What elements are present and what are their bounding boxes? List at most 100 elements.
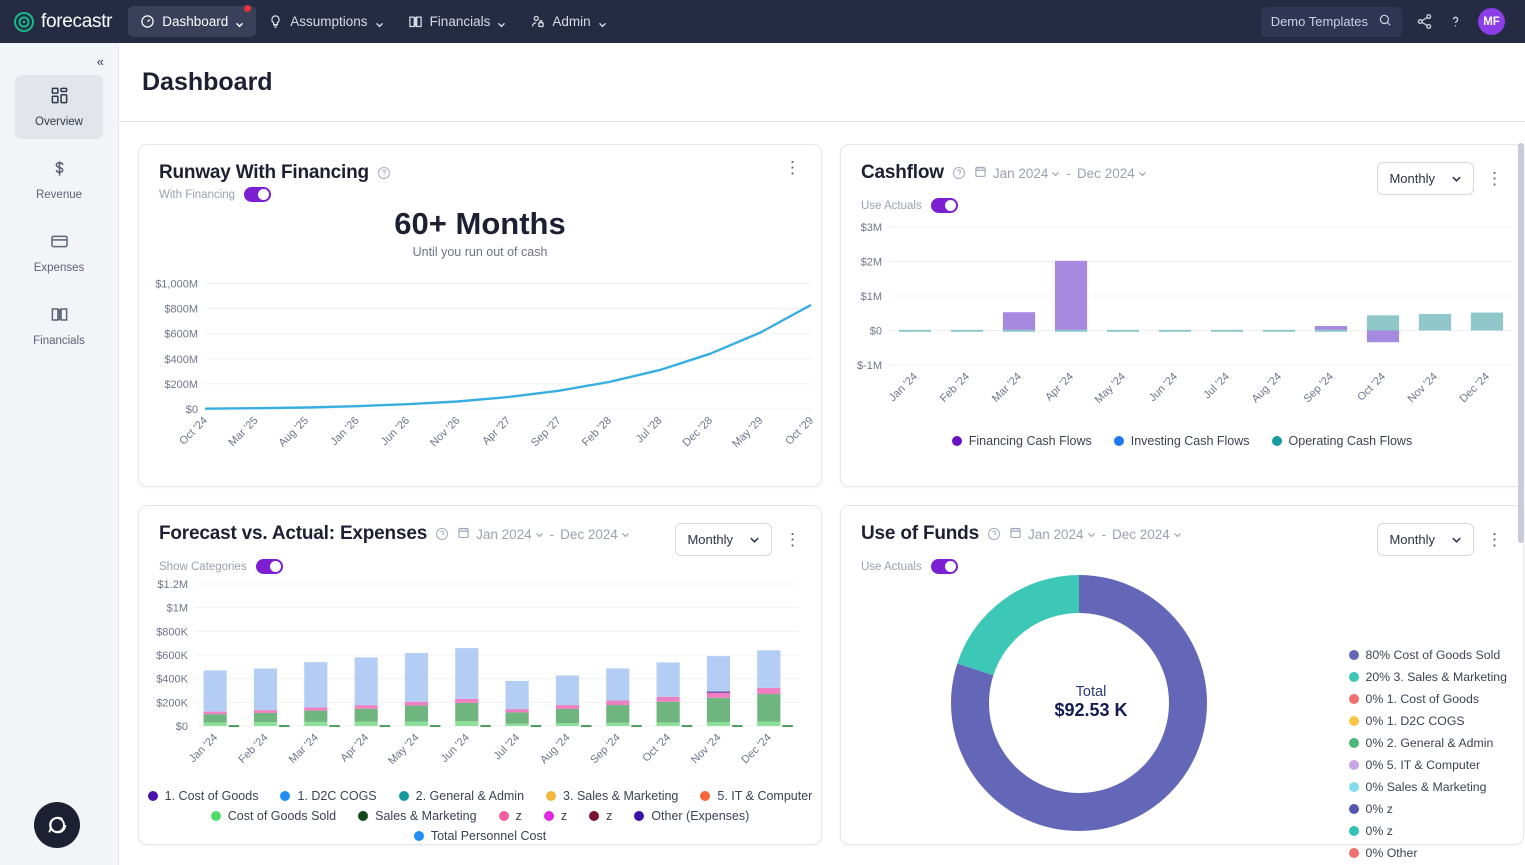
svg-text:$0: $0 [186, 404, 198, 416]
show-categories-label: Show Categories [159, 560, 247, 573]
svg-text:$1M: $1M [167, 603, 188, 615]
sidebar-label-revenue: Revenue [35, 189, 83, 201]
vertical-scrollbar[interactable] [1518, 143, 1524, 543]
usefunds-granularity-select[interactable]: Monthly [1377, 523, 1474, 556]
legend-item[interactable]: 2. General & Admin [398, 789, 524, 803]
help-circle-icon[interactable] [435, 527, 449, 541]
svg-text:$400M: $400M [164, 354, 198, 366]
cashflow-date-range: Jan 2024 - Dec 2024 [974, 165, 1147, 181]
chat-support-button[interactable] [34, 802, 80, 848]
svg-text:Oct '24: Oct '24 [177, 415, 210, 448]
legend-item[interactable]: 0% 1. Cost of Goods [1348, 692, 1508, 706]
show-categories-toggle[interactable] [255, 559, 283, 574]
help-circle-icon[interactable] [952, 166, 966, 180]
sidebar-collapse-button[interactable]: « [0, 51, 118, 75]
legend-item[interactable]: Financing Cash Flows [951, 434, 1092, 448]
legend-item[interactable]: 0% z [1348, 802, 1508, 816]
svg-text:$2M: $2M [861, 257, 882, 269]
legend-item[interactable]: 1. D2C COGS [280, 789, 377, 803]
expenses-date-from[interactable]: Jan 2024 [476, 527, 544, 542]
avatar[interactable]: MF [1478, 8, 1505, 35]
svg-text:Mar '25: Mar '25 [226, 415, 260, 449]
cashflow-date-from[interactable]: Jan 2024 [993, 166, 1061, 181]
svg-text:Feb '24: Feb '24 [938, 371, 972, 405]
notification-dot [244, 5, 252, 12]
sidebar-item-expenses[interactable]: Expenses [15, 221, 103, 285]
usefunds-date-to[interactable]: Dec 2024 [1112, 527, 1182, 542]
sidebar-item-revenue[interactable]: Revenue [15, 148, 103, 212]
legend-label: Sales & Marketing [375, 809, 477, 823]
legend-item[interactable]: 5. IT & Computer [700, 789, 812, 803]
nav-item-financials[interactable]: Financials [396, 6, 519, 37]
legend-item[interactable]: Investing Cash Flows [1113, 434, 1250, 448]
svg-text:Jun '24: Jun '24 [1147, 371, 1180, 404]
nav-item-dashboard[interactable]: Dashboard [128, 5, 257, 37]
help-circle-icon[interactable] [987, 527, 1001, 541]
chevron-down-icon [750, 537, 759, 543]
legend-item[interactable]: Cost of Goods Sold [210, 809, 336, 823]
legend-item[interactable]: Sales & Marketing [358, 809, 477, 823]
calendar-icon [974, 165, 987, 181]
usefunds-use-actuals-toggle[interactable] [930, 559, 958, 574]
cashflow-chart: $3M $2M $1M $0 $-1M Jan '24 Feb '24 Mar '24 Apr … [841, 217, 1523, 432]
legend-item[interactable]: 0% Other [1348, 846, 1508, 860]
svg-text:Oct '24: Oct '24 [1355, 371, 1388, 404]
legend-color-dot [1348, 650, 1359, 660]
expenses-stacked-bar-svg: $1.2M $1M $800K $600K $400K $200K $0Jan '24 Feb… [156, 579, 799, 767]
card-runway-header: Runway With Financing ⋮ [139, 145, 821, 184]
donut-total-label: Total [1075, 684, 1107, 700]
with-financing-toggle[interactable] [244, 187, 272, 202]
expenses-date-to[interactable]: Dec 2024 [560, 527, 630, 542]
search-icon[interactable] [1378, 13, 1392, 30]
card-expenses-menu-button[interactable]: ⋮ [782, 531, 803, 548]
help-icon[interactable] [1447, 13, 1464, 30]
svg-text:Dec '28: Dec '28 [681, 415, 716, 450]
legend-item[interactable]: z [498, 809, 522, 823]
svg-text:Aug '25: Aug '25 [276, 415, 311, 450]
card-usefunds-menu-button[interactable]: ⋮ [1484, 531, 1505, 548]
cashflow-date-to[interactable]: Dec 2024 [1077, 166, 1147, 181]
legend-item[interactable]: z [589, 809, 612, 823]
legend-item[interactable]: z [543, 809, 567, 823]
share-icon[interactable] [1416, 13, 1433, 30]
legend-item[interactable]: 3. Sales & Marketing [546, 789, 678, 803]
legend-item[interactable]: Operating Cash Flows [1271, 434, 1412, 448]
legend-color-dot [1348, 848, 1359, 858]
search-input[interactable]: Demo Templates [1260, 6, 1402, 37]
sidebar-item-financials[interactable]: Financials [15, 294, 103, 358]
legend-item[interactable]: 0% Sales & Marketing [1348, 780, 1508, 794]
legend-item[interactable]: Total Personnel Cost [413, 829, 546, 843]
help-circle-icon[interactable] [377, 166, 391, 180]
card-usefunds-title: Use of Funds [861, 523, 979, 544]
use-actuals-toggle[interactable] [930, 198, 958, 213]
legend-item[interactable]: 80% Cost of Goods Sold [1348, 648, 1508, 662]
svg-text:$1.2M: $1.2M [157, 579, 188, 591]
cashflow-granularity-select[interactable]: Monthly [1377, 162, 1474, 195]
svg-text:May '24: May '24 [1093, 371, 1128, 406]
card-cashflow-menu-button[interactable]: ⋮ [1484, 170, 1505, 187]
legend-item[interactable]: 0% 1. D2C COGS [1348, 714, 1508, 728]
legend-item[interactable]: 0% z [1348, 824, 1508, 838]
usefunds-date-from[interactable]: Jan 2024 [1028, 527, 1096, 542]
legend-item[interactable]: 0% 2. General & Admin [1348, 736, 1508, 750]
legend-label: 3. Sales & Marketing [563, 789, 679, 803]
sidebar-item-overview[interactable]: Overview [15, 75, 103, 139]
legend-color-dot [1348, 804, 1359, 814]
legend-color-dot [634, 811, 645, 821]
svg-text:Feb '28: Feb '28 [580, 415, 614, 449]
nav-item-assumptions[interactable]: Assumptions [256, 6, 395, 37]
runway-stat: 60+ Months Until you run out of cash [139, 206, 821, 259]
legend-item[interactable]: Other (Expenses) [634, 809, 749, 823]
expenses-date-separator: - [549, 526, 555, 542]
legend-item[interactable]: 20% 3. Sales & Marketing [1348, 670, 1507, 684]
card-runway-menu-button[interactable]: ⋮ [782, 159, 803, 176]
top-navigation-bar: forecastr Dashboard Assumptions Financia… [0, 0, 1525, 43]
expenses-granularity-select[interactable]: Monthly [675, 523, 772, 556]
nav-label-admin: Admin [552, 14, 591, 29]
nav-item-admin[interactable]: Admin [518, 6, 618, 37]
forecastr-logo[interactable]: forecastr [14, 11, 113, 33]
legend-item[interactable]: 1. Cost of Goods [147, 789, 258, 803]
svg-text:Oct '24: Oct '24 [640, 732, 673, 765]
book-icon [15, 305, 103, 325]
legend-item[interactable]: 0% 5. IT & Computer [1348, 758, 1508, 772]
